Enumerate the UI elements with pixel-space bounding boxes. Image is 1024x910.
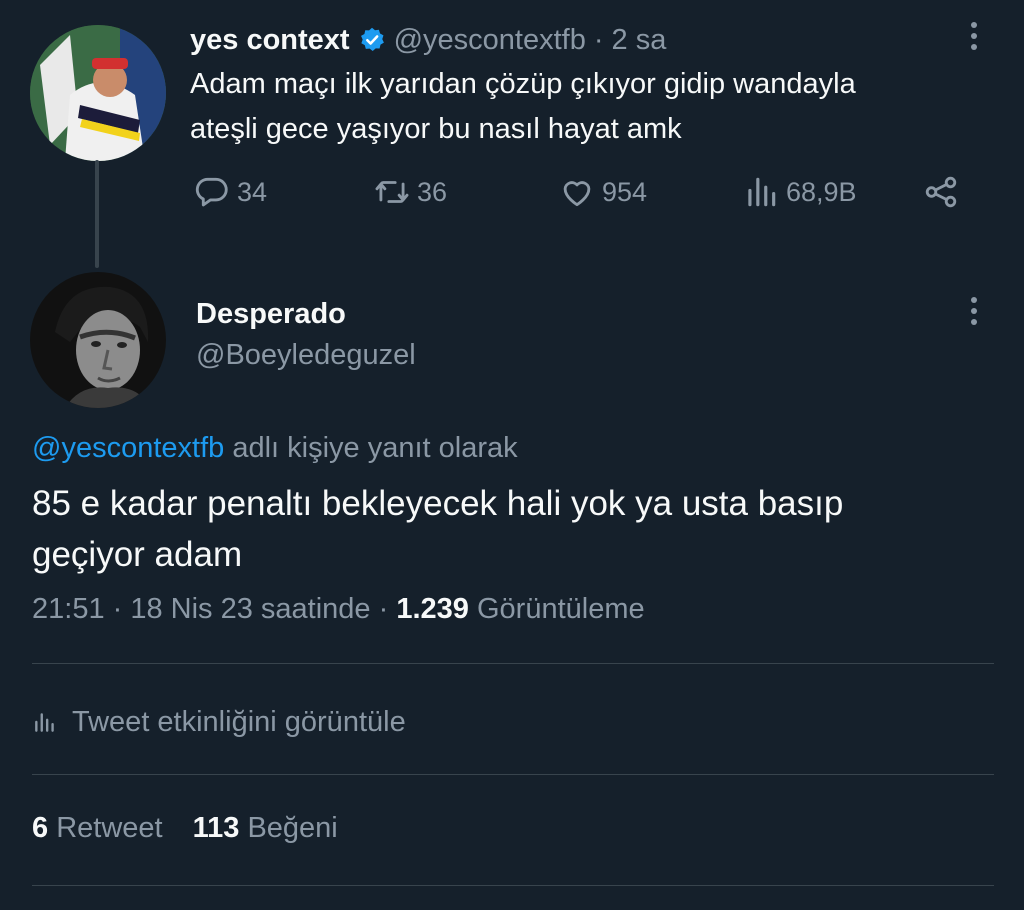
view-count: 68,9B	[786, 176, 857, 207]
share-button[interactable]	[922, 172, 960, 212]
tweet-text: 85 e kadar penaltı bekleyecek hali yok y…	[32, 478, 843, 580]
author-handle[interactable]: @Boeyledeguzel	[196, 339, 416, 372]
author-avatar-image	[30, 272, 166, 408]
like-stat-label: Beğeni	[247, 812, 338, 844]
like-stat-count: 113	[192, 812, 240, 844]
tweet-text-line-2: geçiyor adam	[32, 535, 243, 574]
divider	[32, 774, 994, 775]
retweet-stat-count: 6	[32, 812, 49, 844]
tweet-timestamp[interactable]: 21:51 · 18 Nis 23 saatinde ·	[32, 593, 388, 625]
verified-badge-icon	[358, 26, 386, 54]
reply-count: 34	[237, 176, 268, 207]
retweet-stat[interactable]: 6 Retweet	[32, 812, 163, 845]
heart-icon	[563, 181, 591, 207]
parent-timestamp[interactable]: · 2 sa	[594, 24, 667, 57]
tweet-activity-link[interactable]: Tweet etkinliğini görüntüle	[32, 700, 406, 744]
parent-handle[interactable]: @yescontextfb	[394, 24, 586, 57]
analytics-icon	[748, 177, 776, 207]
parent-display-name[interactable]: yes context	[190, 24, 350, 57]
thread-connector-line	[95, 160, 99, 268]
reply-to-link[interactable]: @yescontextfb	[32, 432, 224, 464]
tweet-more-options-icon[interactable]	[969, 297, 979, 325]
engagement-stats: 6 Retweet 113 Beğeni	[32, 812, 338, 845]
reply-button[interactable]: 34	[193, 172, 267, 212]
parent-avatar[interactable]	[30, 25, 166, 161]
divider	[32, 663, 994, 664]
retweet-icon	[375, 181, 409, 203]
parent-tweet-text: Adam maçı ilk yarıdan çözüp çıkıyor gidi…	[190, 62, 856, 152]
reply-icon	[195, 177, 228, 207]
like-count: 954	[602, 176, 648, 207]
tweet-view-label: Görüntüleme	[476, 593, 645, 625]
parent-avatar-image	[30, 25, 166, 161]
share-icon	[925, 176, 957, 208]
views-button[interactable]: 68,9B	[742, 172, 857, 212]
like-stat[interactable]: 113 Beğeni	[193, 812, 338, 845]
retweet-button[interactable]: 36	[373, 172, 447, 212]
tweet-activity-label: Tweet etkinliğini görüntüle	[72, 705, 406, 738]
author-avatar[interactable]	[30, 272, 166, 408]
parent-more-options-icon[interactable]	[969, 22, 979, 50]
tweet-meta: 21:51 · 18 Nis 23 saatinde · 1.239 Görün…	[32, 593, 645, 626]
divider	[32, 885, 994, 886]
tweet-view-count: 1.239	[396, 593, 469, 625]
tweet-text-line-1: 85 e kadar penaltı bekleyecek hali yok y…	[32, 484, 844, 523]
reply-context: @yescontextfb adlı kişiye yanıt olarak	[32, 432, 518, 465]
parent-text-line-2: ateşli gece yaşıyor bu nasıl hayat amk	[190, 113, 682, 145]
analytics-icon	[35, 713, 54, 732]
parent-text-line-1: Adam maçı ilk yarıdan çözüp çıkıyor gidi…	[190, 68, 856, 100]
like-button[interactable]: 954	[558, 172, 647, 212]
author-display-name[interactable]: Desperado	[196, 298, 346, 331]
reply-to-suffix: adlı kişiye yanıt olarak	[232, 432, 518, 464]
retweet-stat-label: Retweet	[56, 812, 163, 844]
retweet-count: 36	[417, 176, 448, 207]
